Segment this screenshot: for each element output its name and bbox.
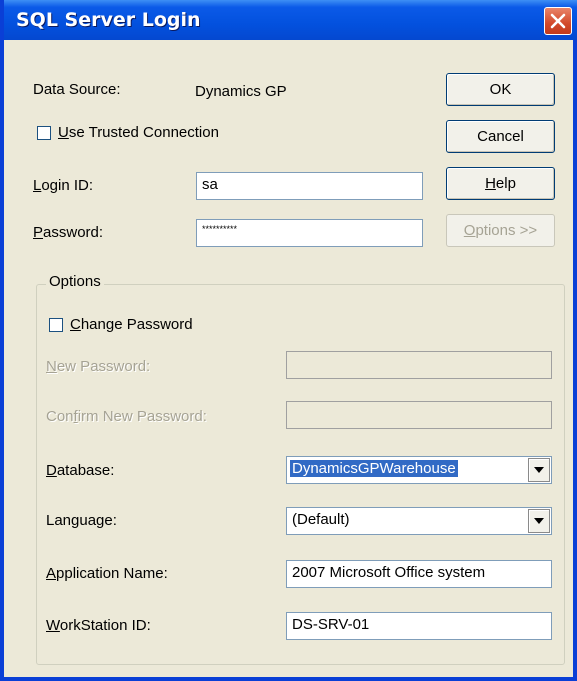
cancel-button[interactable]: Cancel <box>446 120 555 153</box>
help-button[interactable]: Help <box>446 167 555 200</box>
language-dropdown-button[interactable] <box>528 509 550 533</box>
password-label: Password: <box>33 224 104 241</box>
workstation-id-label: WorkStation ID: <box>46 617 151 634</box>
database-value: DynamicsGPWarehouse <box>290 460 458 477</box>
close-icon <box>550 13 566 29</box>
language-select[interactable]: (Default) <box>286 507 552 535</box>
application-name-label: Application Name: <box>46 565 168 582</box>
options-group-label: Options <box>46 273 104 290</box>
chevron-down-icon <box>534 518 544 524</box>
trusted-connection-checkbox[interactable] <box>37 126 51 140</box>
login-id-label: Login ID: <box>33 177 94 194</box>
application-name-input[interactable]: 2007 Microsoft Office system <box>286 560 552 588</box>
change-password-checkbox[interactable] <box>49 318 63 332</box>
new-password-label: New Password: <box>46 358 151 375</box>
database-dropdown-button[interactable] <box>528 458 550 482</box>
change-password-label[interactable]: Change Password <box>70 316 193 333</box>
new-password-input[interactable] <box>286 351 552 379</box>
password-input[interactable]: ********** <box>196 219 423 247</box>
ok-button[interactable]: OK <box>446 73 555 106</box>
language-label: Language: <box>46 512 117 529</box>
data-source-label: Data Source: <box>33 81 121 98</box>
workstation-id-input[interactable]: DS-SRV-01 <box>286 612 552 640</box>
confirm-password-label: Confirm New Password: <box>46 408 207 425</box>
language-value: (Default) <box>292 511 350 528</box>
dialog-title: SQL Server Login <box>16 9 201 31</box>
confirm-password-input[interactable] <box>286 401 552 429</box>
close-button[interactable] <box>544 7 572 35</box>
trusted-connection-label[interactable]: Use Trusted Connection <box>58 124 219 141</box>
data-source-value: Dynamics GP <box>195 83 287 100</box>
chevron-down-icon <box>534 467 544 473</box>
title-bar[interactable]: SQL Server Login <box>4 0 577 40</box>
database-label: Database: <box>46 462 115 479</box>
database-select[interactable]: DynamicsGPWarehouse <box>286 456 552 484</box>
login-id-input[interactable]: sa <box>196 172 423 200</box>
options-button[interactable]: Options >> <box>446 214 555 247</box>
